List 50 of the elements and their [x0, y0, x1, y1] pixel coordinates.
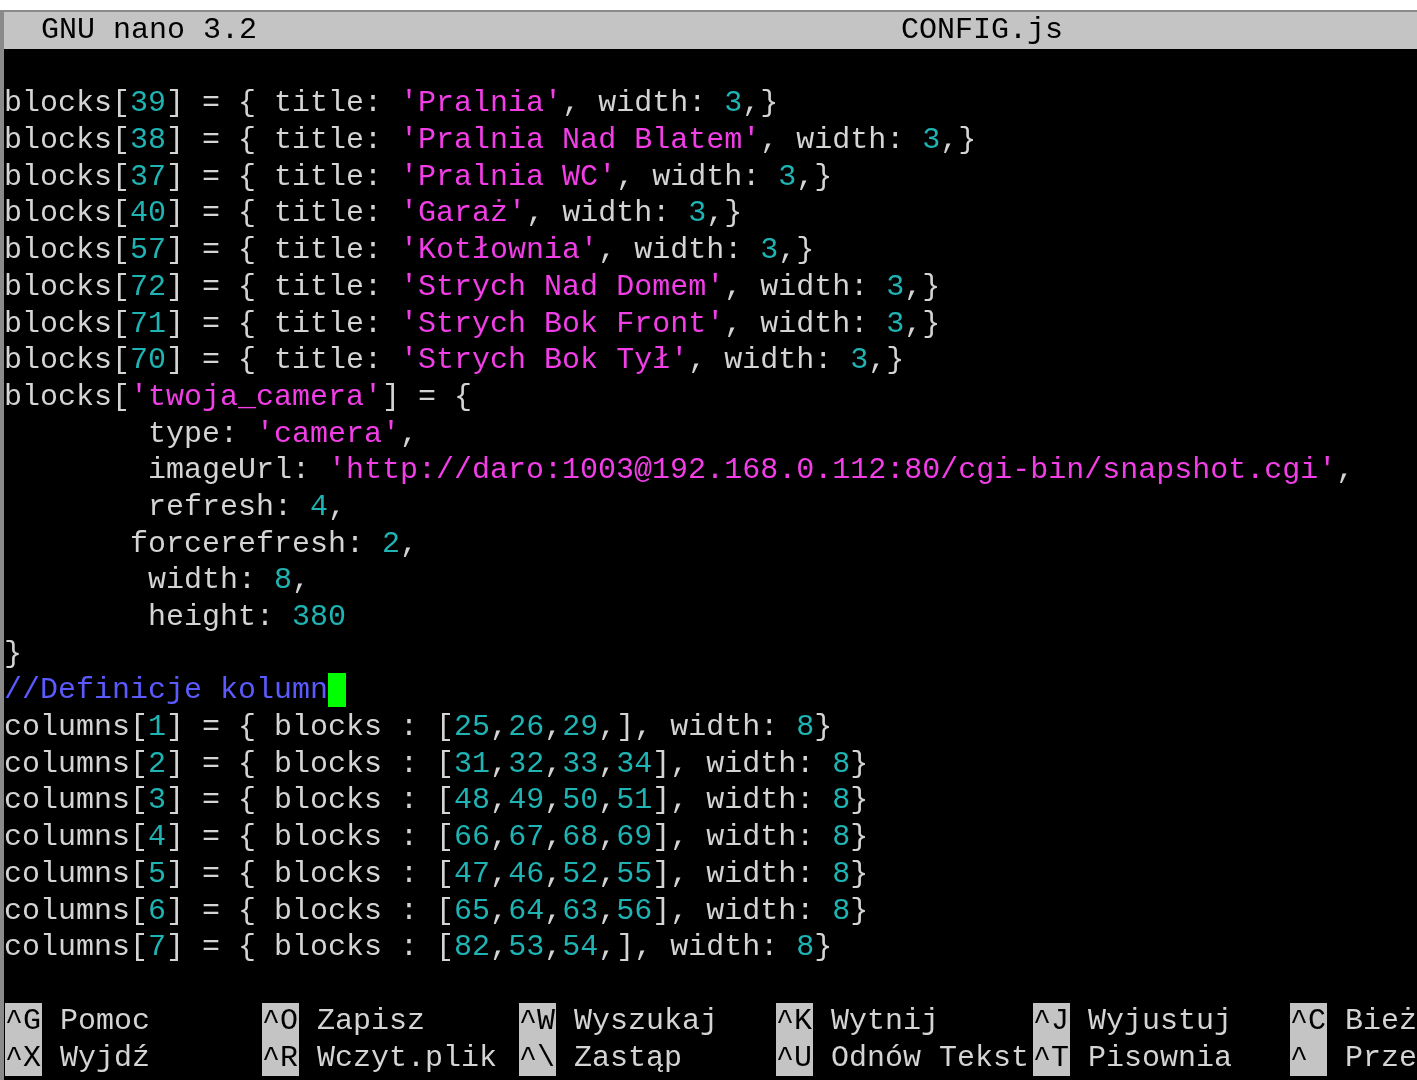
- code-line: blocks[38] = { title: 'Pralnia Nad Blatem', width: 3,}: [4, 122, 977, 159]
- code-line: columns[7] = { blocks : [82,53,54,], width: 8}: [4, 929, 833, 966]
- shortcut-label: Pomoc: [60, 1002, 150, 1040]
- shortcut-key: ^J: [1033, 1002, 1070, 1040]
- shortcut-label: Pisownia: [1088, 1039, 1233, 1077]
- code-line: type: 'camera',: [147, 415, 419, 453]
- shortcut-key: ^G: [5, 1002, 42, 1040]
- shortcut-label: Wczyt.plik: [317, 1039, 498, 1077]
- code-line: height: 380: [147, 599, 347, 636]
- code-line: blocks[40] = { title: 'Garaż', width: 3,}: [4, 195, 743, 233]
- code-line: columns[2] = { blocks : [31,32,33,34], width: 8}: [4, 745, 869, 783]
- shortcut-key: ^K: [776, 1002, 813, 1040]
- file-name: CONFIG.js: [901, 12, 1064, 49]
- shortcut-key: ^C: [1290, 1002, 1327, 1040]
- code-line: imageUrl: 'http://daro:1003@192.168.0.112:80/cgi-bin/snapshot.cgi',: [147, 452, 1355, 489]
- code-line: columns[5] = { blocks : [47,46,52,55], width: 8}: [4, 855, 869, 893]
- shortcut-label: Prze: [1345, 1039, 1417, 1077]
- code-line: refresh: 4,: [147, 488, 347, 526]
- shortcut-key: ^R: [262, 1039, 299, 1077]
- shortcut-key: ^\: [519, 1039, 556, 1077]
- shortcut-key: ^W: [519, 1002, 556, 1040]
- shortcut-key: ^U: [776, 1039, 813, 1077]
- shortcut-key: ^T: [1033, 1039, 1070, 1077]
- code-line: columns[4] = { blocks : [66,67,68,69], width: 8}: [4, 819, 869, 856]
- shortcut-label: Wyszukaj: [574, 1002, 719, 1040]
- code-line: columns[6] = { blocks : [65,64,63,56], width: 8}: [4, 892, 869, 930]
- shortcut-label: Wyjustuj: [1088, 1002, 1233, 1040]
- code-line: blocks[37] = { title: 'Pralnia WC', width: 3,}: [4, 158, 833, 196]
- code-line: blocks[57] = { title: 'Kotłownia', width: 3,}: [4, 232, 815, 269]
- shortcut-key: ^O: [262, 1002, 299, 1040]
- app-title: GNU nano 3.2: [41, 12, 258, 49]
- code-line: columns[3] = { blocks : [48,49,50,51], width: 8}: [4, 782, 869, 820]
- code-line: blocks[72] = { title: 'Strych Nad Domem', width: 3,}: [4, 268, 941, 306]
- shortcut-label: Zapisz: [317, 1002, 426, 1040]
- code-line: blocks[39] = { title: 'Pralnia', width: 3,}: [4, 85, 779, 123]
- shortcut-label: Zastąp: [574, 1039, 683, 1077]
- code-line: blocks[70] = { title: 'Strych Bok Tył', width: 3,}: [4, 342, 905, 379]
- code-line: width: 8,: [147, 562, 311, 599]
- shortcut-label: Bież: [1345, 1002, 1417, 1040]
- shortcut-key: ^X: [5, 1039, 42, 1077]
- code-line: blocks[71] = { title: 'Strych Bok Front', width: 3,}: [4, 305, 941, 343]
- code-line: blocks['twoja_camera'] = {: [4, 378, 473, 416]
- code-line: }: [4, 635, 22, 673]
- shortcut-label: Wyjdź: [60, 1039, 150, 1077]
- code-line: forcerefresh: 2,: [129, 525, 419, 563]
- shortcut-label: Odnów Tekst: [831, 1039, 1030, 1077]
- shortcut-label: Wytnij: [831, 1002, 940, 1040]
- code-line: columns[1] = { blocks : [25,26,29,], width: 8}: [4, 709, 833, 746]
- code-comment: //Definicje kolumn: [4, 672, 329, 710]
- shortcut-key: ^: [1290, 1039, 1327, 1077]
